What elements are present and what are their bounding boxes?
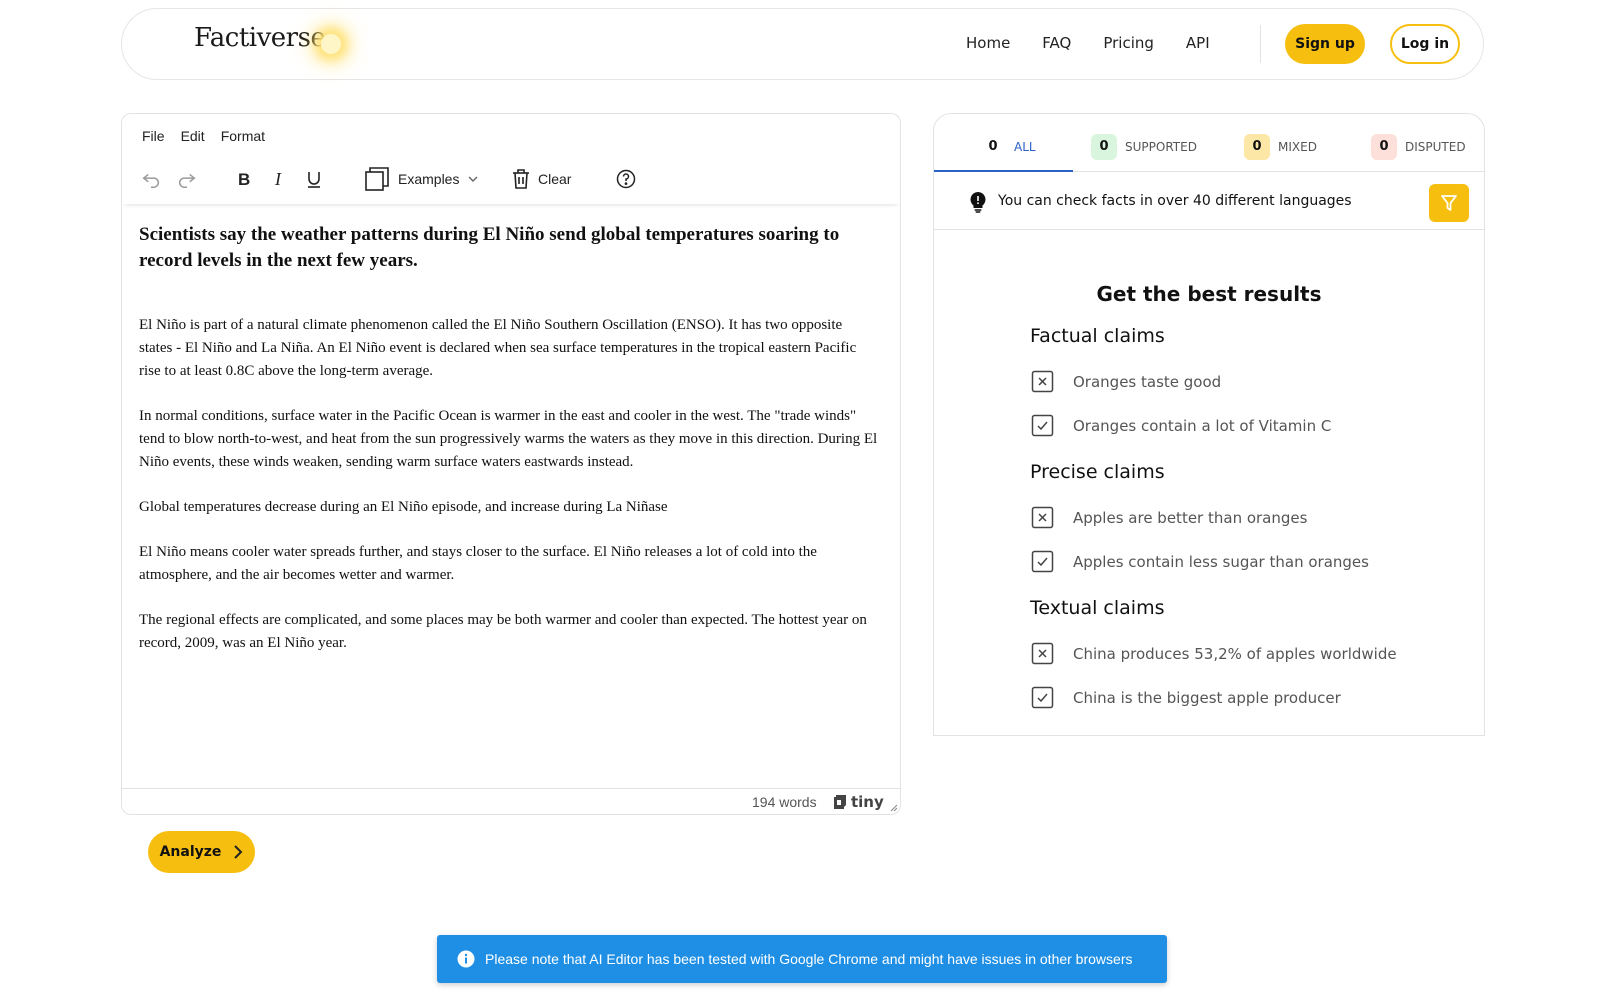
bold-icon: B (238, 170, 250, 189)
filter-icon (1441, 195, 1457, 211)
claim-item: China is the biggest apple producer (1030, 685, 1341, 710)
claim-text: Apples contain less sugar than oranges (1073, 552, 1369, 571)
menu-edit[interactable]: Edit (181, 128, 205, 144)
results-panel: 0 ALL 0 SUPPORTED 0 MIXED 0 DISPUTED You… (933, 113, 1485, 736)
sun-logo-icon (321, 34, 341, 54)
copy-icon (365, 167, 389, 191)
logo[interactable]: Factiverse (194, 23, 326, 53)
x-box-icon (1030, 641, 1055, 666)
main-nav: Home FAQ Pricing API (966, 34, 1210, 52)
resize-handle-icon[interactable] (888, 802, 898, 812)
tab-label: SUPPORTED (1125, 140, 1197, 154)
claim-text: Oranges taste good (1073, 372, 1222, 391)
claim-text: Apples are better than oranges (1073, 508, 1308, 527)
claim-item: Oranges taste good (1030, 369, 1221, 394)
article-paragraph: El Niño is part of a natural climate phe… (139, 317, 857, 379)
article-paragraph: Global temperatures decrease during an E… (139, 499, 668, 515)
results-tabs: 0 ALL 0 SUPPORTED 0 MIXED 0 DISPUTED (934, 114, 1484, 172)
underline-button[interactable] (304, 164, 324, 194)
tiny-logo[interactable]: tiny (832, 793, 884, 811)
article-heading: Scientists say the weather patterns duri… (139, 224, 840, 271)
claim-item: Apples are better than oranges (1030, 505, 1307, 530)
bold-button[interactable]: B (234, 164, 254, 194)
article-paragraph: El Niño means cooler water spreads furth… (139, 544, 817, 583)
menu-file[interactable]: File (142, 128, 165, 144)
claim-item: China produces 53,2% of apples worldwide (1030, 641, 1397, 666)
text-editor: File Edit Format B I Examples Clear Scie… (121, 113, 901, 815)
check-box-icon (1030, 685, 1055, 710)
redo-button[interactable] (176, 164, 198, 194)
claim-item: Oranges contain a lot of Vitamin C (1030, 413, 1331, 438)
best-results-title: Get the best results (1096, 282, 1322, 306)
editor-content[interactable]: Scientists say the weather patterns duri… (139, 222, 879, 677)
svg-text:I: I (274, 169, 282, 189)
filter-button[interactable] (1429, 184, 1469, 222)
svg-text:B: B (238, 170, 250, 189)
tab-label: DISPUTED (1405, 140, 1466, 154)
editor-toolbar: B I Examples Clear (122, 154, 900, 204)
redo-icon (179, 173, 196, 188)
underline-icon (308, 172, 320, 188)
x-box-icon (1030, 505, 1055, 530)
signup-button[interactable]: Sign up (1285, 24, 1365, 64)
italic-icon: I (274, 169, 282, 189)
tab-mixed[interactable]: 0 MIXED (1244, 134, 1317, 160)
section-title-factual: Factual claims (1030, 325, 1165, 347)
article-paragraph: The regional effects are complicated, an… (139, 612, 867, 651)
section-title-precise: Precise claims (1030, 461, 1165, 483)
check-box-icon (1030, 413, 1055, 438)
examples-dropdown[interactable]: Examples (364, 164, 479, 194)
clear-label: Clear (538, 171, 572, 187)
tip-text: You can check facts in over 40 different… (998, 193, 1352, 209)
info-icon (457, 950, 475, 968)
tiny-label: tiny (851, 793, 884, 811)
section-title-textual: Textual claims (1030, 597, 1165, 619)
chevron-down-icon (468, 176, 478, 182)
x-box-icon (1030, 369, 1055, 394)
clear-button[interactable]: Clear (512, 164, 571, 194)
login-button[interactable]: Log in (1390, 24, 1460, 64)
article-paragraph: In normal conditions, surface water in t… (139, 408, 878, 470)
tab-count: 0 (988, 139, 998, 154)
undo-button[interactable] (140, 164, 162, 194)
claim-text: Oranges contain a lot of Vitamin C (1073, 416, 1332, 435)
menu-format[interactable]: Format (221, 128, 265, 144)
help-button[interactable] (616, 164, 636, 194)
tab-count: 0 (1371, 134, 1397, 160)
lightbulb-icon (970, 192, 986, 213)
tab-label: MIXED (1278, 140, 1317, 154)
nav-home-link[interactable]: Home (966, 34, 1010, 52)
nav-divider (1260, 25, 1261, 63)
analyze-label: Analyze (159, 844, 222, 860)
top-navbar: Factiverse Home FAQ Pricing API Sign up … (121, 8, 1484, 80)
examples-label: Examples (398, 171, 460, 187)
claim-item: Apples contain less sugar than oranges (1030, 549, 1369, 574)
tab-label: ALL (1014, 140, 1036, 154)
tab-count: 0 (1091, 134, 1117, 160)
nav-faq-link[interactable]: FAQ (1042, 34, 1071, 52)
trash-icon (513, 169, 529, 189)
browser-notice-toast: Please note that AI Editor has been test… (437, 935, 1167, 983)
notice-text: Please note that AI Editor has been test… (485, 951, 1133, 967)
word-count: 194 words (752, 794, 817, 810)
claim-text: China is the biggest apple producer (1073, 688, 1341, 707)
tab-all[interactable]: 0 ALL (980, 134, 1036, 160)
italic-button[interactable]: I (269, 164, 289, 194)
nav-pricing-link[interactable]: Pricing (1103, 34, 1154, 52)
claim-text: China produces 53,2% of apples worldwide (1073, 644, 1397, 663)
tiny-brand-icon (834, 795, 846, 809)
nav-api-link[interactable]: API (1186, 34, 1210, 52)
undo-icon (142, 173, 159, 188)
editor-menubar: File Edit Format (142, 128, 265, 144)
tab-count: 0 (1244, 134, 1270, 160)
tip-bar: You can check facts in over 40 different… (934, 172, 1484, 230)
analyze-button[interactable]: Analyze (148, 831, 255, 873)
tab-disputed[interactable]: 0 DISPUTED (1371, 134, 1466, 160)
tab-supported[interactable]: 0 SUPPORTED (1091, 134, 1197, 160)
editor-statusbar: 194 words tiny (122, 788, 900, 814)
check-box-icon (1030, 549, 1055, 574)
chevron-right-icon (234, 845, 243, 859)
help-icon (616, 169, 636, 189)
